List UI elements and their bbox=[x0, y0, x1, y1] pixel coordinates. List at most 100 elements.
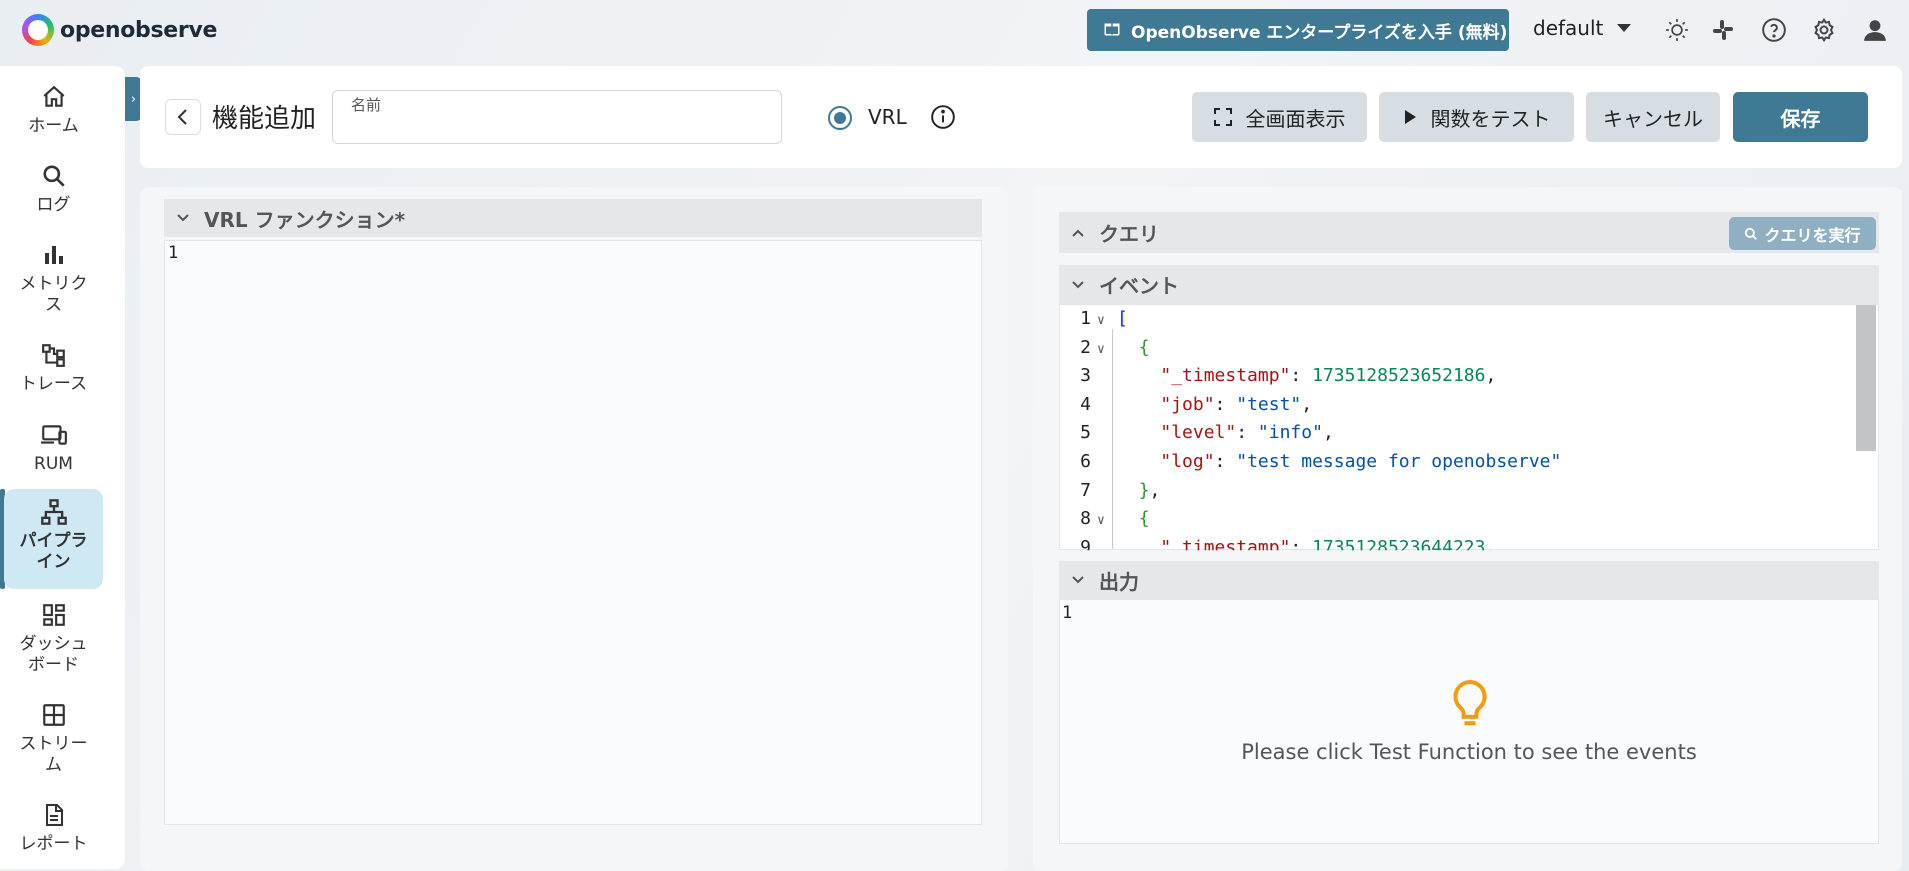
events-header[interactable]: イベント bbox=[1059, 265, 1879, 304]
stream-icon bbox=[39, 700, 69, 730]
vrl-radio-label: VRL bbox=[868, 105, 907, 129]
line-number: 1 bbox=[1062, 603, 1073, 623]
devices-icon bbox=[39, 420, 69, 450]
line-number: 4 bbox=[1080, 393, 1091, 415]
nav-item-label: パイプライン bbox=[19, 531, 88, 572]
nav-item-label: ストリーム bbox=[19, 734, 88, 775]
app-logo[interactable]: openobserve bbox=[22, 14, 217, 46]
chevron-down-icon bbox=[1069, 276, 1087, 294]
nav-item-dashboards[interactable]: ダッシュボード bbox=[4, 600, 103, 676]
nav-item-pipeline[interactable]: パイプライン bbox=[4, 489, 103, 589]
test-function-button[interactable]: 関数をテスト bbox=[1379, 92, 1574, 142]
nav-item-label: メトリクス bbox=[19, 274, 88, 315]
top-bar: openobserve OpenObserve エンタープライズを入手 (無料)… bbox=[0, 0, 1909, 58]
code-line: 5 "level": "info", bbox=[1069, 421, 1334, 445]
line-number: 1 bbox=[168, 243, 179, 263]
info-icon[interactable] bbox=[930, 104, 956, 134]
trace-icon bbox=[39, 340, 69, 370]
chevron-down-icon bbox=[174, 209, 192, 227]
line-number: 1 bbox=[1080, 308, 1091, 329]
back-button[interactable] bbox=[165, 99, 201, 135]
output-header[interactable]: 出力 bbox=[1059, 561, 1879, 599]
fold-chevron-icon[interactable]: ∨ bbox=[1097, 309, 1117, 333]
bar-chart-icon bbox=[39, 240, 69, 270]
chevron-up-icon bbox=[1069, 224, 1087, 242]
logo-text: openobserve bbox=[60, 17, 218, 43]
nav-item-reports[interactable]: レポート bbox=[4, 800, 103, 855]
code-line: 4 "job": "test", bbox=[1069, 393, 1312, 417]
home-icon bbox=[39, 82, 69, 112]
search-icon bbox=[1745, 227, 1758, 240]
save-button[interactable]: 保存 bbox=[1733, 92, 1868, 142]
fullscreen-button[interactable]: 全画面表示 bbox=[1192, 92, 1367, 142]
save-label: 保存 bbox=[1780, 106, 1821, 131]
logo-mark-icon bbox=[22, 14, 54, 46]
settings-icon[interactable] bbox=[1810, 16, 1838, 44]
output-empty-message: Please click Test Function to see the ev… bbox=[1241, 740, 1697, 764]
fullscreen-icon bbox=[1213, 108, 1232, 126]
test-function-label: 関数をテスト bbox=[1430, 106, 1551, 131]
nav-item-label: ダッシュボード bbox=[19, 634, 88, 675]
fold-chevron-icon[interactable]: ∨ bbox=[1097, 509, 1117, 533]
query-title: クエリ bbox=[1099, 222, 1159, 246]
chevron-left-icon bbox=[177, 109, 187, 125]
chevron-down-icon bbox=[1069, 571, 1087, 589]
code-line: 2 ∨ { bbox=[1069, 336, 1149, 362]
nav-item-logs[interactable]: ログ bbox=[4, 161, 103, 216]
events-title: イベント bbox=[1099, 274, 1179, 298]
nav-item-home[interactable]: ホーム bbox=[4, 82, 103, 137]
user-icon[interactable] bbox=[1861, 16, 1889, 44]
line-number: 7 bbox=[1080, 479, 1091, 501]
run-query-label: クエリを実行 bbox=[1764, 225, 1861, 245]
pipeline-icon bbox=[39, 497, 69, 527]
cancel-label: キャンセル bbox=[1603, 106, 1703, 131]
run-query-button[interactable]: クエリを実行 bbox=[1729, 217, 1876, 250]
line-number: 3 bbox=[1080, 365, 1091, 387]
nav-item-metrics[interactable]: メトリクス bbox=[4, 240, 103, 316]
nav-item-streams[interactable]: ストリーム bbox=[4, 700, 103, 776]
line-number: 2 bbox=[1080, 336, 1091, 358]
nav-item-traces[interactable]: トレース bbox=[4, 340, 103, 395]
get-enterprise-label: OpenObserve エンタープライズを入手 (無料) bbox=[1131, 22, 1508, 43]
vrl-function-header[interactable]: VRL ファンクション* bbox=[164, 199, 982, 237]
report-icon bbox=[39, 800, 69, 830]
sun-icon[interactable] bbox=[1663, 16, 1691, 44]
vrl-radio[interactable] bbox=[828, 106, 852, 130]
name-input[interactable] bbox=[332, 90, 782, 144]
line-number: 8 bbox=[1080, 508, 1091, 530]
lightbulb-icon bbox=[1448, 678, 1492, 734]
cancel-button[interactable]: キャンセル bbox=[1586, 92, 1720, 142]
nav-item-rum[interactable]: RUM bbox=[4, 420, 103, 475]
caret-down-icon bbox=[1617, 24, 1632, 32]
name-input-label: 名前 bbox=[351, 96, 382, 114]
line-number: 5 bbox=[1080, 422, 1091, 444]
help-icon[interactable] bbox=[1760, 16, 1788, 44]
vrl-code-editor[interactable]: 1 bbox=[164, 240, 982, 825]
output-title: 出力 bbox=[1099, 569, 1139, 594]
code-line: 7 }, bbox=[1069, 479, 1160, 503]
dashboard-icon bbox=[39, 600, 69, 630]
events-scrollbar[interactable] bbox=[1856, 305, 1876, 451]
fullscreen-label: 全画面表示 bbox=[1245, 106, 1346, 131]
org-select-value: default bbox=[1533, 16, 1604, 40]
vrl-function-title: VRL ファンクション* bbox=[204, 207, 406, 232]
search-icon bbox=[39, 161, 69, 191]
gift-icon bbox=[1103, 19, 1121, 42]
get-enterprise-button[interactable]: OpenObserve エンタープライズを入手 (無料) bbox=[1087, 9, 1509, 51]
code-line: 3 "_timestamp": 1735128523652186, bbox=[1069, 364, 1496, 388]
play-icon bbox=[1404, 110, 1416, 124]
org-select[interactable]: default bbox=[1533, 16, 1632, 40]
nav-item-label: レポート bbox=[19, 834, 88, 854]
code-line: 8 ∨ { bbox=[1069, 507, 1149, 533]
page-title: 機能追加 bbox=[212, 104, 317, 134]
nav-item-label: ホーム bbox=[28, 116, 79, 136]
nav-item-label: RUM bbox=[34, 454, 73, 474]
slack-icon[interactable] bbox=[1709, 16, 1737, 44]
code-line: 1 ∨[ bbox=[1069, 307, 1128, 331]
fold-chevron-icon[interactable]: ∨ bbox=[1097, 338, 1117, 362]
